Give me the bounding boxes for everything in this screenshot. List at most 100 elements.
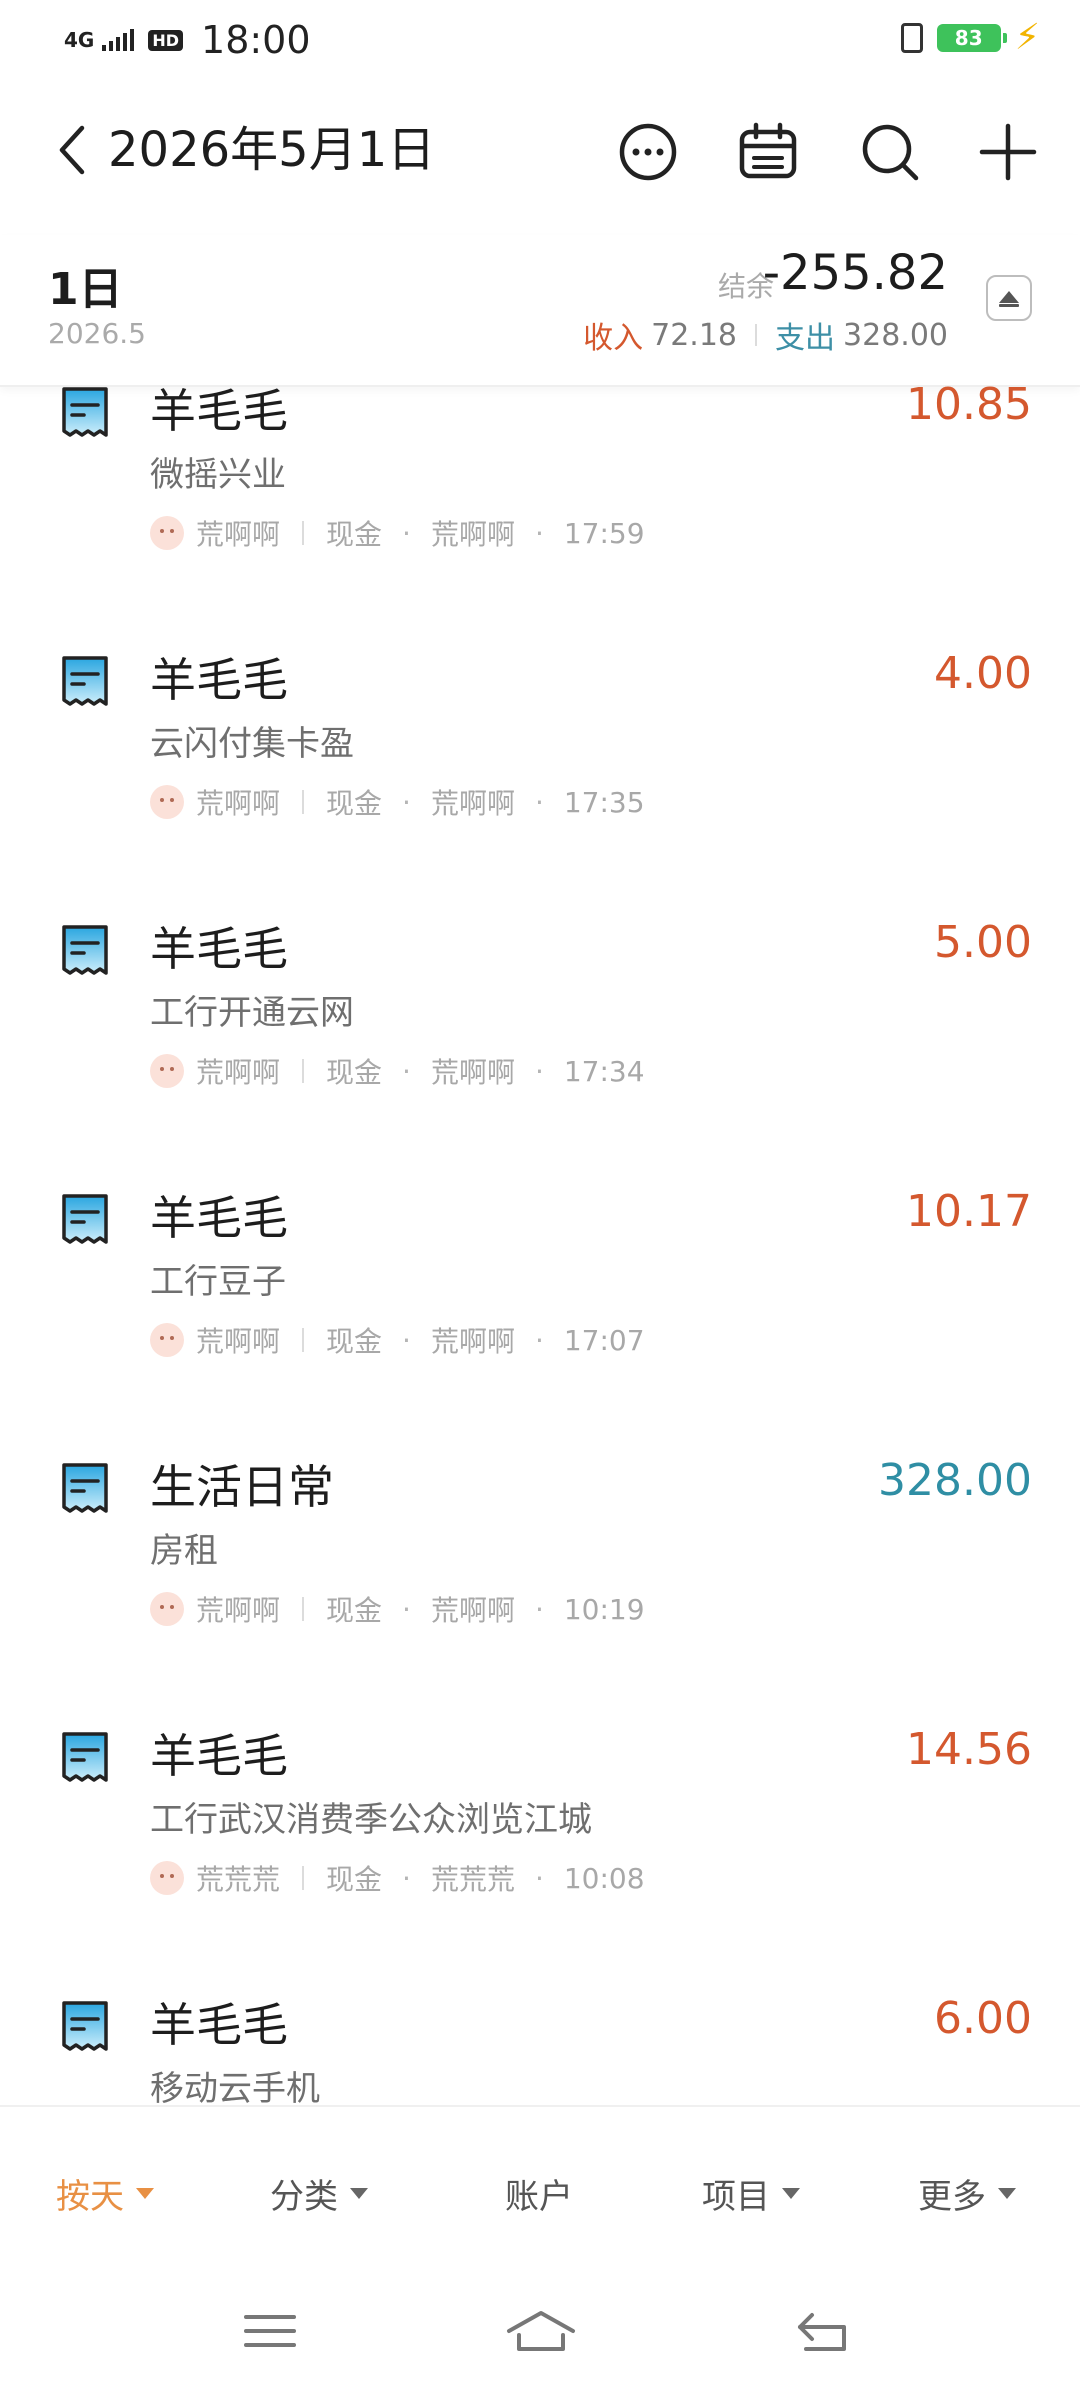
receipt-icon: [62, 1732, 108, 1782]
transaction-note: 工行豆子: [150, 1262, 286, 1302]
transaction-category: 羊毛毛: [150, 653, 288, 707]
tab-label: 分类: [270, 2177, 338, 2217]
receipt-icon: [62, 656, 108, 706]
year-month-label: 2026.5: [48, 317, 146, 350]
transaction-amount: 14.56: [906, 1724, 1032, 1775]
book-name: 荒啊啊: [430, 1594, 515, 1627]
transaction-row[interactable]: 生活日常 328.00 房租 荒啊啊 现金 · 荒啊啊 · 10:19: [0, 1451, 1080, 1719]
calendar-icon[interactable]: [736, 120, 800, 184]
tab-by-day[interactable]: 按天: [56, 2169, 154, 2218]
transaction-category: 羊毛毛: [150, 1191, 288, 1245]
receipt-icon: [62, 1463, 108, 1513]
divider: [302, 790, 305, 814]
tab-more[interactable]: 更多: [918, 2169, 1016, 2218]
separator-dot: ·: [402, 1323, 411, 1357]
book-name: 荒啊啊: [430, 518, 515, 551]
transaction-category: 生活日常: [150, 1460, 334, 1514]
separator-dot: ·: [402, 1054, 411, 1088]
back-arrow-icon[interactable]: [792, 2305, 852, 2357]
income-label: 收入: [583, 321, 644, 356]
member-name: 荒啊啊: [196, 787, 281, 820]
menu-icon[interactable]: [240, 2305, 300, 2357]
tab-account[interactable]: 账户: [505, 2169, 573, 2218]
member-name: 荒啊啊: [196, 1325, 281, 1358]
page-title: 2026年5月1日: [108, 122, 436, 178]
receipt-icon: [62, 925, 108, 975]
transaction-row[interactable]: 羊毛毛 10.17 工行豆子 荒啊啊 现金 · 荒啊啊 · 17:07: [0, 1182, 1080, 1450]
vibrate-icon: [900, 23, 923, 53]
book-name: 荒啊啊: [430, 1325, 515, 1358]
expense-label: 支出: [775, 321, 836, 356]
transaction-row[interactable]: 羊毛毛 4.00 云闪付集卡盈 荒啊啊 现金 · 荒啊啊 · 17:35: [0, 644, 1080, 912]
separator-dot: ·: [402, 785, 411, 819]
transaction-row[interactable]: 羊毛毛 14.56 工行武汉消费季公众浏览江城 荒荒荒 现金 · 荒荒荒 · 10:08: [0, 1720, 1080, 1988]
account-name: 现金: [326, 1056, 383, 1089]
tab-project[interactable]: 项目: [702, 2169, 800, 2218]
book-name: 荒荒荒: [430, 1863, 515, 1896]
transaction-time: 17:34: [563, 1054, 645, 1088]
transaction-meta: 荒啊啊 现金 · 荒啊啊 · 17:59: [150, 513, 645, 553]
transaction-list[interactable]: 羊毛毛 10.85 微摇兴业 荒啊啊 现金 · 荒啊啊 · 17:59 羊毛毛 4.00 云闪付集卡盈…: [0, 385, 1080, 2105]
separator-dot: ·: [534, 1592, 544, 1626]
receipt-icon: [62, 2001, 108, 2051]
transaction-category: 羊毛毛: [150, 1998, 288, 2052]
transaction-meta: 荒啊啊 现金 · 荒啊啊 · 10:19: [150, 1589, 645, 1629]
plus-icon[interactable]: [976, 120, 1040, 184]
tab-label: 项目: [702, 2177, 770, 2217]
transaction-note: 云闪付集卡盈: [150, 724, 354, 764]
hd-badge: HD: [148, 29, 184, 51]
more-horizontal-icon[interactable]: [616, 120, 680, 184]
divider: [302, 1597, 305, 1621]
chevron-left-icon[interactable]: [50, 122, 94, 178]
bottom-tab-bar: 按天 分类 账户 项目 更多: [0, 2105, 1080, 2277]
avatar: [150, 1323, 184, 1357]
transaction-meta: 荒啊啊 现金 · 荒啊啊 · 17:34: [150, 1051, 645, 1091]
expense-value: 328.00: [843, 317, 948, 353]
transaction-row[interactable]: 羊毛毛 5.00 工行开通云网 荒啊啊 现金 · 荒啊啊 · 17:34: [0, 913, 1080, 1181]
transaction-amount: 4.00: [934, 648, 1032, 699]
separator-dot: ·: [402, 516, 411, 550]
transaction-note: 工行开通云网: [150, 993, 354, 1033]
search-icon[interactable]: [858, 120, 922, 184]
divider: [755, 324, 758, 346]
tab-category[interactable]: 分类: [270, 2169, 368, 2218]
transaction-row[interactable]: 羊毛毛 6.00 移动云手机: [0, 1989, 1080, 2105]
collapse-button[interactable]: [986, 275, 1032, 321]
day-summary: 1日 2026.5 结余 -255.82 收入 72.18 支出 328.00: [0, 235, 1080, 387]
transaction-note: 移动云手机: [150, 2069, 320, 2105]
account-name: 现金: [326, 1594, 383, 1627]
tab-label: 账户: [505, 2177, 573, 2217]
tab-label: 更多: [918, 2177, 986, 2217]
transaction-category: 羊毛毛: [150, 922, 288, 976]
member-name: 荒啊啊: [196, 518, 281, 551]
income-expense-row: 收入 72.18 支出 328.00: [583, 313, 948, 357]
account-name: 现金: [326, 518, 383, 551]
transaction-amount: 5.00: [934, 917, 1032, 968]
caret-down-icon: [998, 2188, 1016, 2199]
transaction-amount: 10.85: [906, 385, 1032, 430]
caret-down-icon: [782, 2188, 800, 2199]
income-value: 72.18: [651, 317, 738, 353]
transaction-row[interactable]: 羊毛毛 10.85 微摇兴业 荒啊啊 现金 · 荒啊啊 · 17:59: [0, 385, 1080, 643]
transaction-note: 工行武汉消费季公众浏览江城: [150, 1800, 592, 1840]
avatar: [150, 1861, 184, 1895]
separator-dot: ·: [402, 1861, 411, 1895]
avatar: [150, 1054, 184, 1088]
transaction-amount: 10.17: [906, 1186, 1032, 1237]
avatar: [150, 516, 184, 550]
divider: [302, 1059, 305, 1083]
transaction-time: 10:19: [563, 1592, 645, 1626]
transaction-time: 10:08: [563, 1861, 645, 1895]
transaction-time: 17:59: [563, 516, 645, 550]
book-name: 荒啊啊: [430, 787, 515, 820]
separator-dot: ·: [534, 785, 544, 819]
divider: [302, 521, 305, 545]
transaction-amount: 328.00: [878, 1455, 1032, 1506]
transaction-time: 17:35: [563, 785, 645, 819]
status-left: 4G HD 18:00: [64, 18, 311, 62]
collapse-up-icon: [999, 291, 1019, 307]
title-bar: 2026年5月1日: [0, 100, 1080, 200]
status-time: 18:00: [201, 18, 311, 62]
home-icon[interactable]: [505, 2305, 577, 2357]
separator-dot: ·: [534, 516, 544, 550]
